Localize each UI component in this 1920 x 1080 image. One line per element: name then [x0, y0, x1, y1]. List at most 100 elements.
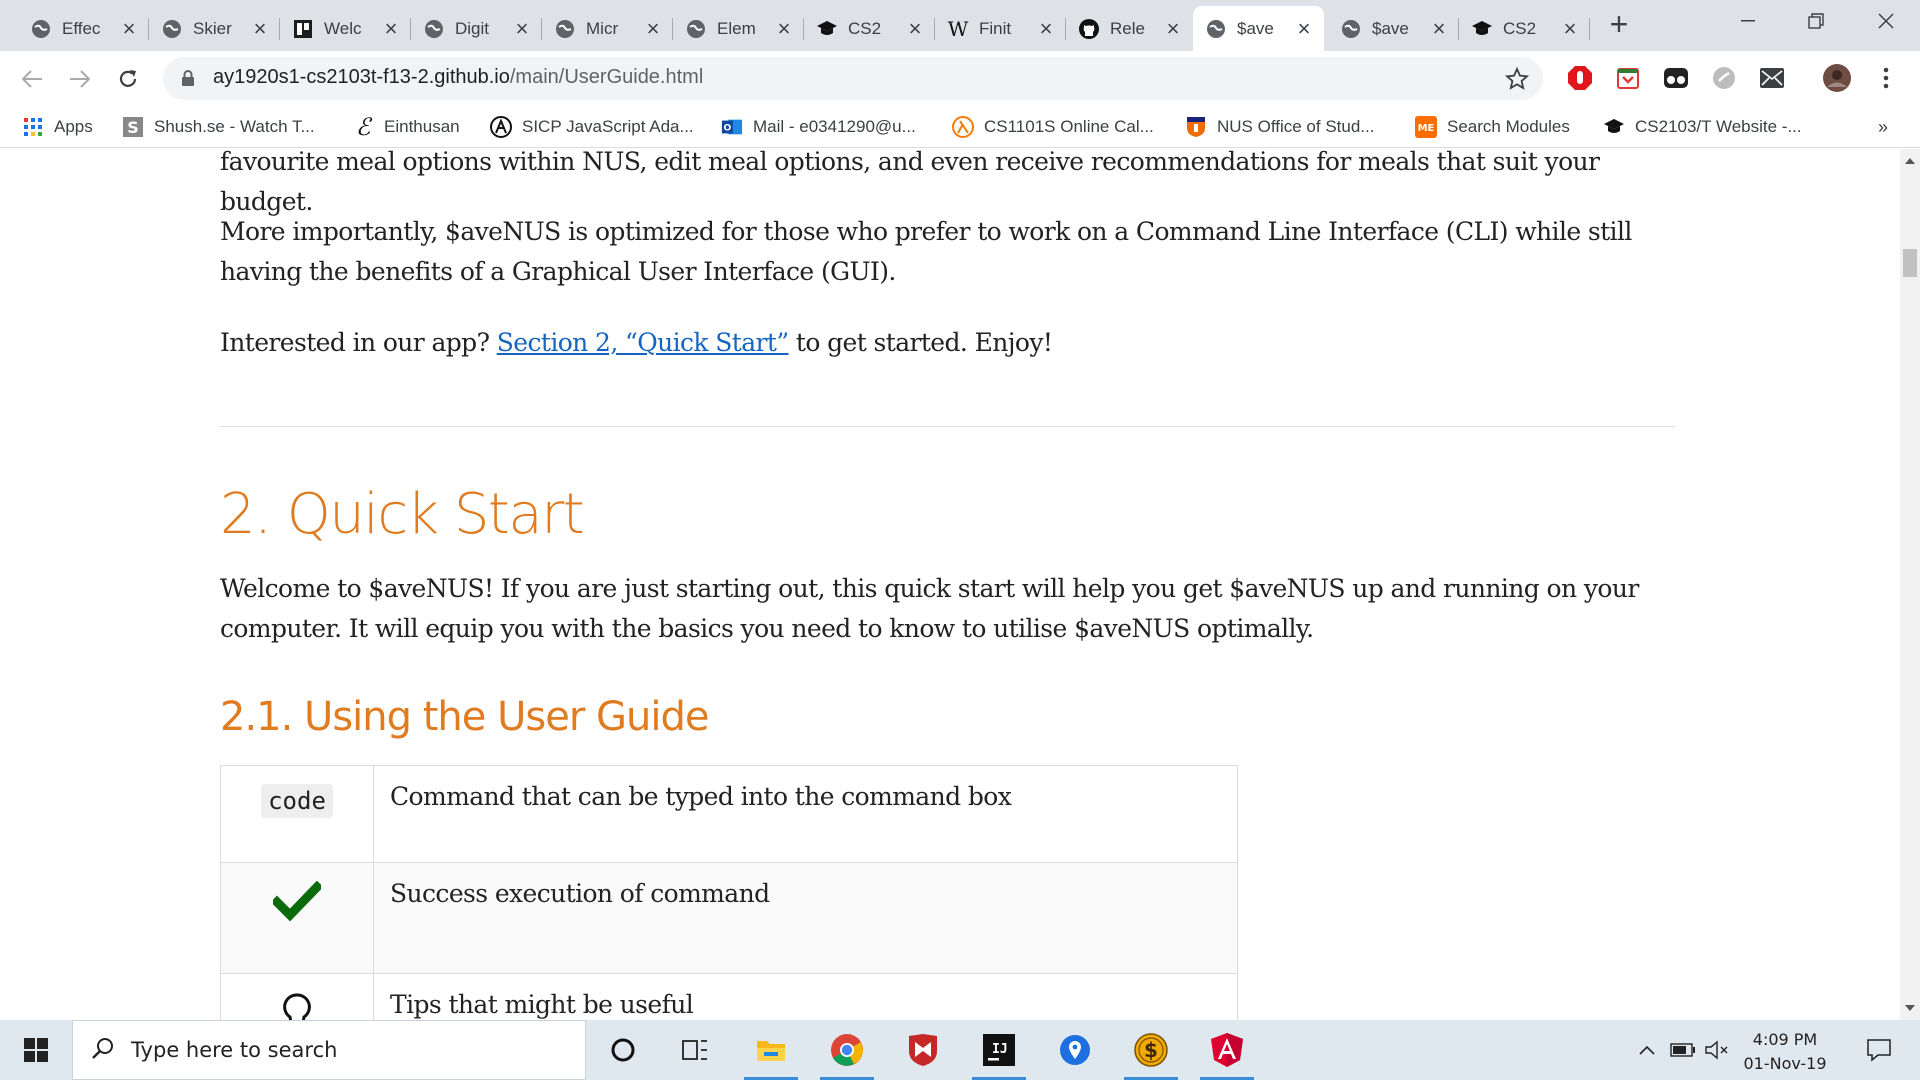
taskbar-clock[interactable]: 4:09 PM 01-Nov-19 [1730, 1028, 1840, 1076]
tab-2[interactable]: Skier × [149, 6, 280, 51]
angular-icon[interactable] [1194, 1020, 1260, 1080]
lock-icon[interactable] [181, 70, 195, 92]
bookmark-cs2103t[interactable]: CS2103/T Website -... [1603, 112, 1802, 142]
mcafee-icon[interactable] [890, 1020, 956, 1080]
taskbar-search-box[interactable]: Type here to search [72, 1020, 586, 1080]
bookmarks-overflow-button[interactable]: » [1878, 112, 1888, 142]
bookmark-shush[interactable]: S Shush.se - Watch T... [122, 112, 315, 142]
bookmark-label: Mail - e0341290@u... [753, 117, 916, 136]
close-icon[interactable]: × [250, 16, 270, 42]
tab-12[interactable]: CS2 × [1459, 6, 1590, 51]
interest-suffix: to get started. Enjoy! [788, 328, 1053, 357]
tab-8[interactable]: W Finit × [935, 6, 1066, 51]
tab-title: Effec [62, 18, 101, 38]
windows-start-button[interactable] [0, 1020, 72, 1080]
file-explorer-icon[interactable] [738, 1020, 804, 1080]
maps-icon[interactable] [1042, 1020, 1108, 1080]
bookmark-einthusan[interactable]: ℰ Einthusan [352, 112, 460, 142]
bookmark-nus-office[interactable]: NUS Office of Stud... [1185, 112, 1374, 142]
tab-active[interactable]: $ave × [1193, 6, 1324, 51]
forward-button[interactable] [64, 63, 96, 95]
cortana-icon[interactable] [590, 1020, 656, 1080]
tab-11[interactable]: $ave × [1328, 6, 1459, 51]
screenshot-extension-icon[interactable] [1711, 65, 1737, 91]
tab-3[interactable]: Welc × [280, 6, 411, 51]
graduation-cap-icon [816, 18, 838, 40]
avatar[interactable] [1822, 63, 1852, 93]
me-icon: ME [1415, 116, 1437, 138]
close-window-button[interactable] [1856, 0, 1916, 42]
scroll-thumb[interactable] [1903, 249, 1917, 277]
tab-7[interactable]: CS2 × [804, 6, 935, 51]
bookmark-sicp[interactable]: SICP JavaScript Ada... [490, 112, 694, 142]
bookmark-cs1101s[interactable]: CS1101S Online Cal... [952, 112, 1154, 142]
todoist-extension-icon[interactable] [1615, 65, 1641, 91]
trello-icon [292, 18, 314, 40]
restore-button[interactable] [1786, 0, 1846, 42]
new-tab-button[interactable]: + [1606, 8, 1632, 40]
address-bar[interactable]: ay1920s1-cs2103t-f13-2.github.io/main/Us… [163, 57, 1543, 100]
close-icon[interactable]: × [774, 16, 794, 42]
scroll-down-arrow-icon[interactable] [1900, 998, 1920, 1018]
chrome-icon[interactable] [814, 1020, 880, 1080]
checkmark-icon [270, 880, 324, 925]
user-guide-heading: 2.1. Using the User Guide [220, 694, 709, 740]
adblock-extension-icon[interactable] [1567, 65, 1593, 91]
savenus-app-icon[interactable]: $ [1118, 1020, 1184, 1080]
tab-9[interactable]: Rele × [1066, 6, 1193, 51]
close-icon[interactable]: × [905, 16, 925, 42]
browser-toolbar: ay1920s1-cs2103t-f13-2.github.io/main/Us… [0, 51, 1920, 106]
bookmarks-bar: Apps S Shush.se - Watch T... ℰ Einthusan… [0, 106, 1920, 148]
task-view-icon[interactable] [662, 1020, 728, 1080]
incognito-extension-icon[interactable] [1663, 65, 1689, 91]
battery-icon[interactable] [1668, 1020, 1698, 1080]
tab-title: Rele [1110, 18, 1145, 38]
volume-muted-icon[interactable] [1702, 1020, 1732, 1080]
legend-description: Tips that might be useful [373, 973, 1238, 1020]
close-icon[interactable]: × [1560, 16, 1580, 42]
quick-start-heading: 2. Quick Start [220, 482, 585, 547]
page-viewport: favourite meal options within NUS, edit … [0, 149, 1900, 1020]
tab-title: $ave [1372, 18, 1409, 38]
close-icon[interactable]: × [1294, 16, 1314, 42]
tab-6[interactable]: Elem × [673, 6, 804, 51]
url-path: /main/UserGuide.html [509, 66, 704, 88]
reload-button[interactable] [112, 63, 144, 95]
bookmark-star-icon[interactable] [1504, 66, 1530, 96]
close-icon[interactable]: × [381, 16, 401, 42]
close-icon[interactable]: × [119, 16, 139, 42]
tray-overflow-icon[interactable] [1632, 1020, 1662, 1080]
back-button[interactable] [16, 63, 48, 95]
tab-1[interactable]: Effec × [18, 6, 149, 51]
legend-description: Command that can be typed into the comma… [373, 765, 1238, 863]
interest-text: Interested in our app? Section 2, “Quick… [220, 323, 1675, 363]
globe-icon [423, 18, 445, 40]
minimize-button[interactable] [1718, 0, 1778, 42]
notifications-icon[interactable] [1854, 1020, 1904, 1080]
close-icon[interactable]: × [643, 16, 663, 42]
mail-extension-icon[interactable] [1759, 65, 1785, 91]
scroll-up-arrow-icon[interactable] [1900, 151, 1920, 171]
close-icon[interactable]: × [1429, 16, 1449, 42]
quick-start-text: Welcome to $aveNUS! If you are just star… [220, 569, 1675, 649]
interest-prefix: Interested in our app? [220, 328, 497, 357]
page-scrollbar[interactable] [1900, 149, 1920, 1020]
close-icon[interactable]: × [512, 16, 532, 42]
intellij-icon[interactable]: IJ [966, 1020, 1032, 1080]
tab-5[interactable]: Micr × [542, 6, 673, 51]
legend-table: code Command that can be typed into the … [220, 765, 1238, 1020]
bookmark-apps[interactable]: Apps [22, 112, 93, 142]
tab-4[interactable]: Digit × [411, 6, 542, 51]
graduation-cap-icon [1471, 18, 1493, 40]
close-icon[interactable]: × [1163, 16, 1183, 42]
quick-start-link[interactable]: Section 2, “Quick Start” [497, 328, 789, 357]
bookmark-search-modules[interactable]: ME Search Modules [1415, 112, 1570, 142]
einthusan-icon: ℰ [355, 113, 371, 141]
bookmark-mail[interactable]: O Mail - e0341290@u... [721, 112, 916, 142]
section-divider [220, 426, 1675, 427]
table-row: code Command that can be typed into the … [220, 765, 1238, 863]
menu-kebab-icon[interactable] [1873, 65, 1899, 91]
close-icon[interactable]: × [1036, 16, 1056, 42]
tab-title: CS2 [1503, 18, 1537, 38]
table-row: Tips that might be useful [220, 973, 1238, 1020]
